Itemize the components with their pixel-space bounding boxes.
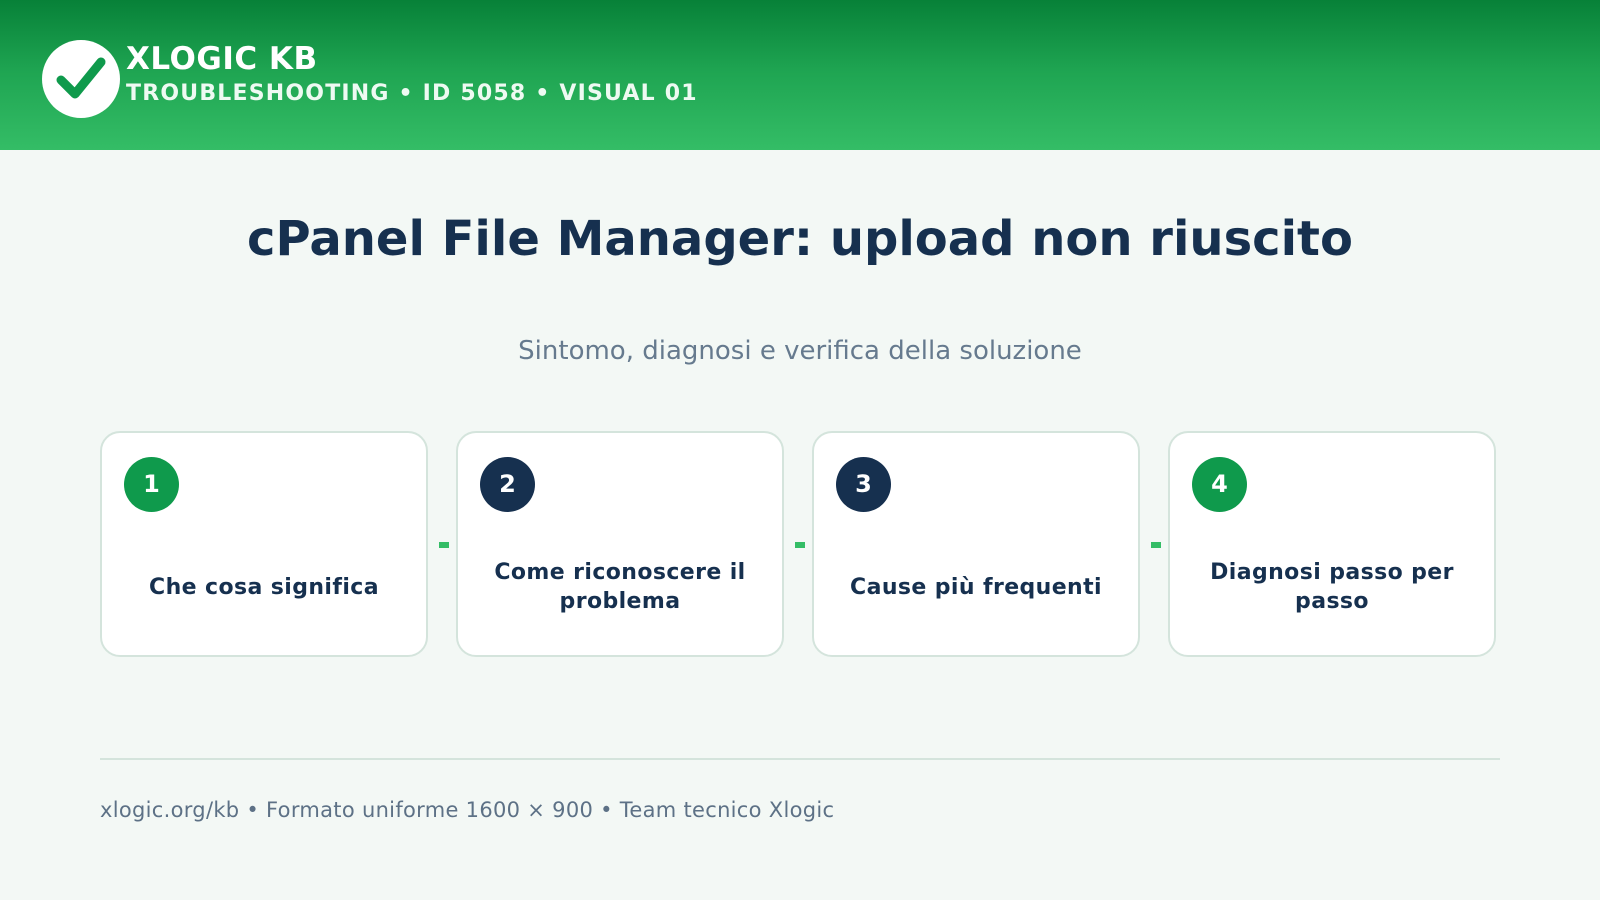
page-title: cPanel File Manager: upload non riuscito <box>247 211 1353 267</box>
step-label: Cause più frequenti <box>850 574 1102 600</box>
step-card-3: 3 Cause più frequenti <box>812 431 1140 657</box>
step-label: Diagnosi passo per passo <box>1210 560 1454 614</box>
step-connector <box>795 542 805 548</box>
step-number-badge: 4 <box>1192 457 1247 512</box>
checkmark-icon <box>56 57 106 99</box>
step-label: Che cosa significa <box>149 574 379 600</box>
step-card-4: 4 Diagnosi passo per passo <box>1168 431 1496 657</box>
article-meta: TROUBLESHOOTING • ID 5058 • VISUAL 01 <box>126 81 698 106</box>
brand-name: XLOGIC KB <box>126 41 318 77</box>
step-card-2: 2 Come riconoscere il problema <box>456 431 784 657</box>
step-connector <box>439 542 449 548</box>
step-number-badge: 2 <box>480 457 535 512</box>
step-number-badge: 3 <box>836 457 891 512</box>
footer-text: xlogic.org/kb • Formato uniforme 1600 × … <box>100 798 835 822</box>
step-card-1: 1 Che cosa significa <box>100 431 428 657</box>
header-banner: XLOGIC KB TROUBLESHOOTING • ID 5058 • VI… <box>0 0 1600 150</box>
page-subtitle: Sintomo, diagnosi e verifica della soluz… <box>518 336 1082 366</box>
step-label: Come riconoscere il problema <box>494 560 746 614</box>
step-number-badge: 1 <box>124 457 179 512</box>
step-connector <box>1151 542 1161 548</box>
logo <box>42 40 120 118</box>
footer-divider <box>100 758 1500 760</box>
